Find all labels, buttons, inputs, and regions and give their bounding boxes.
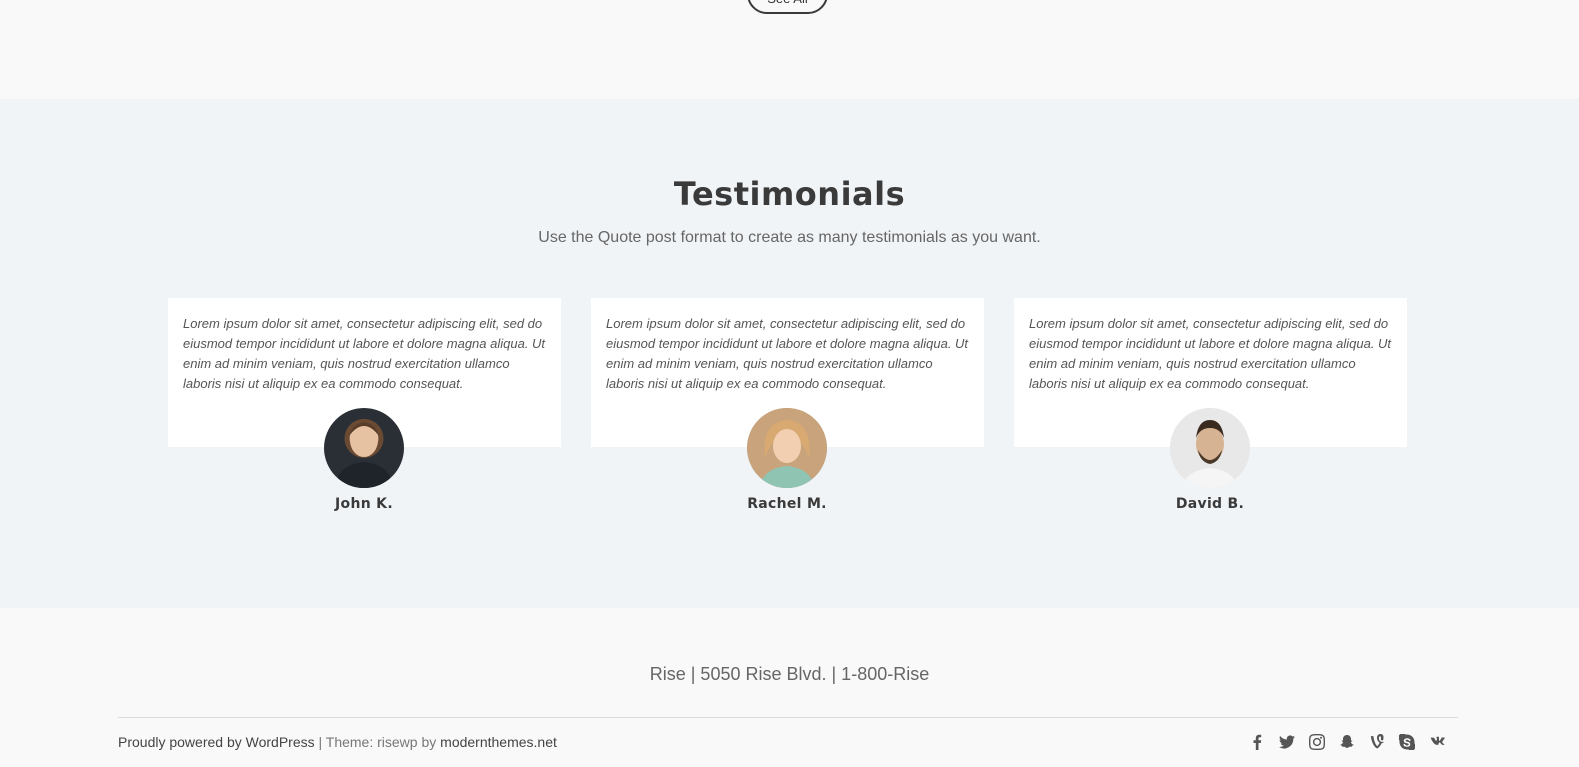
see-all-button[interactable]: See All [747, 0, 828, 14]
wordpress-link[interactable]: Proudly powered by WordPress [118, 734, 315, 750]
skype-icon[interactable] [1398, 733, 1415, 750]
footer-credits: Proudly powered by WordPress | Theme: ri… [118, 734, 557, 750]
footer-contact: Rise | 5050 Rise Blvd. | 1-800-Rise [649, 664, 930, 684]
avatar [1170, 408, 1250, 488]
testimonial-name: David B. [1175, 496, 1245, 512]
testimonial-name: Rachel M. [747, 496, 827, 512]
theme-text: | Theme: risewp by [314, 734, 441, 750]
facebook-icon[interactable] [1248, 733, 1265, 750]
social-icons [1248, 733, 1445, 750]
avatar [747, 408, 827, 488]
testimonial-quote: Lorem ipsum dolor sit amet, consectetur … [183, 316, 546, 391]
section-title: Testimonials [673, 175, 906, 213]
testimonials-section: Testimonials Use the Quote post format t… [0, 99, 1579, 608]
testimonial-quote: Lorem ipsum dolor sit amet, consectetur … [1029, 316, 1392, 391]
avatar [324, 408, 404, 488]
section-subtitle: Use the Quote post format to create as m… [538, 229, 1041, 246]
footer-divider [118, 717, 1458, 718]
top-strip: See All [0, 0, 1579, 99]
instagram-icon[interactable] [1308, 733, 1325, 750]
vine-icon[interactable] [1368, 733, 1385, 750]
testimonial-quote: Lorem ipsum dolor sit amet, consectetur … [606, 316, 969, 391]
snapchat-icon[interactable] [1338, 733, 1355, 750]
vk-icon[interactable] [1428, 733, 1445, 750]
testimonial-name: John K. [335, 496, 393, 512]
modernthemes-link[interactable]: modernthemes.net [440, 734, 557, 750]
twitter-icon[interactable] [1278, 733, 1295, 750]
